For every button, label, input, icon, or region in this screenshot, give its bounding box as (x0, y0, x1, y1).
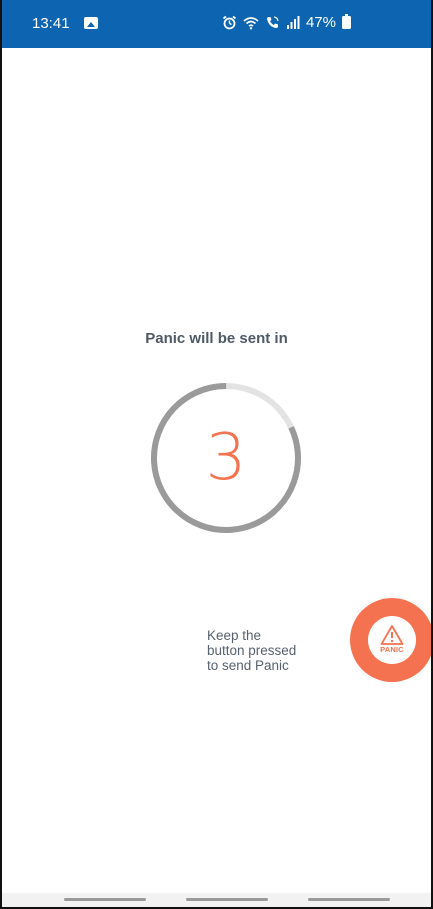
battery-percentage: 47% (305, 14, 336, 31)
hint-line: button pressed (207, 643, 297, 658)
panic-button-label: PANIC (380, 645, 404, 654)
panic-button[interactable]: PANIC (350, 598, 431, 682)
warning-icon (380, 625, 404, 645)
gallery-icon (84, 17, 98, 29)
wifi-icon (243, 16, 259, 30)
panic-button-inner[interactable]: PANIC (368, 616, 416, 664)
nav-recents-handle[interactable] (64, 898, 146, 901)
signal-icon (286, 16, 300, 29)
phone-screen: 13:41 47% Panic will be sent in 3 Keep t… (0, 0, 433, 909)
navigation-bar (2, 893, 431, 907)
status-bar: 13:41 47% (2, 0, 431, 48)
panic-countdown-title: Panic will be sent in (145, 330, 288, 347)
battery-icon (342, 14, 351, 29)
panic-hint-text: Keep the button pressed to send Panic (207, 628, 337, 673)
status-time: 13:41 (32, 15, 70, 32)
countdown-timer: 3 (149, 381, 303, 535)
nav-home-handle[interactable] (186, 898, 268, 901)
hint-line: to send Panic (207, 658, 289, 673)
alarm-icon (222, 15, 237, 30)
countdown-number: 3 (205, 421, 247, 495)
hint-line: Keep the (207, 628, 262, 643)
nav-back-handle[interactable] (308, 898, 390, 901)
status-icons: 47% (222, 14, 351, 31)
wifi-call-icon (265, 15, 280, 30)
